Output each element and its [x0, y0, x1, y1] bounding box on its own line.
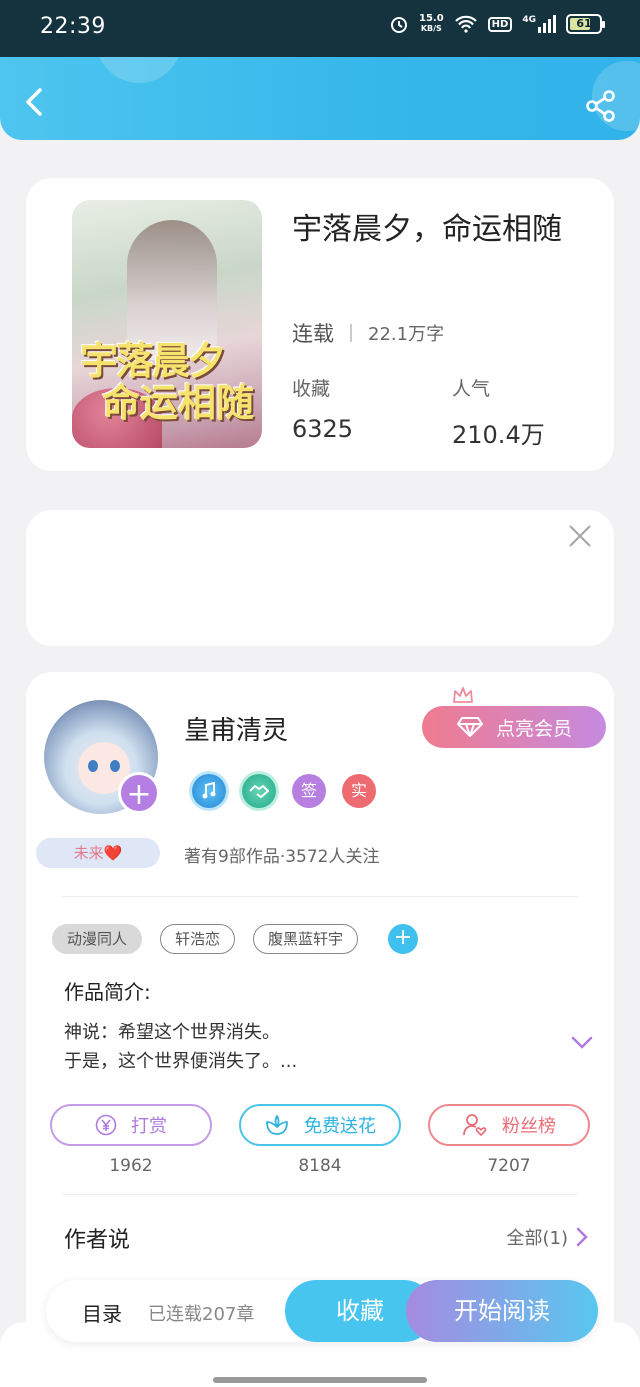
intro-line: 神说：希望这个世界消失。 — [64, 1022, 280, 1043]
status-icons: 15.0 KB/S HD 4G 61 — [389, 14, 605, 34]
toc-button[interactable]: 目录 — [82, 1298, 122, 1327]
fans-count: 7207 — [487, 1156, 531, 1176]
popularity-stat: 人气 210.4万 — [452, 374, 545, 450]
add-tag-button[interactable]: + — [388, 924, 419, 954]
book-title: 宇落晨夕，命运相随 — [292, 212, 562, 247]
handshake-badge-icon[interactable] — [242, 774, 276, 808]
intro-line: 于是，这个世界便消失了。... — [64, 1051, 298, 1072]
author-works-info: 著有9部作品·3572人关注 — [184, 847, 380, 867]
send-flower-button[interactable]: 免费送花 — [239, 1104, 401, 1146]
network-type: 4G — [522, 15, 536, 25]
action-row: 打赏 1962 免费送花 8184 粉丝榜 7207 — [50, 1104, 590, 1176]
flower-label: 免费送花 — [304, 1116, 376, 1137]
hd-badge: HD — [487, 16, 513, 32]
close-icon[interactable] — [568, 524, 592, 548]
network-speed: 15.0 KB/S — [419, 14, 444, 34]
start-reading-button[interactable]: 开始阅读 — [406, 1280, 598, 1342]
speed-value: 15.0 — [418, 13, 444, 24]
chevron-down-icon[interactable] — [570, 1034, 594, 1050]
collect-stat: 收藏 6325 — [292, 374, 353, 443]
signed-badge[interactable]: 签 — [292, 774, 326, 808]
tag-list: 动漫同人 轩浩恋 腹黑蓝轩宇 + — [52, 924, 419, 954]
book-status: 连载 — [292, 322, 334, 346]
vip-button[interactable]: 点亮会员 — [422, 706, 606, 748]
book-status-row: 连载 22.1万字 — [292, 318, 444, 348]
fans-action: 粉丝榜 7207 — [428, 1104, 590, 1176]
tip-button[interactable]: 打赏 — [50, 1104, 212, 1146]
yen-icon — [95, 1114, 117, 1136]
divider — [62, 896, 578, 897]
speed-unit: KB/S — [420, 24, 442, 33]
wifi-icon — [454, 15, 477, 33]
intro-text[interactable]: 神说：希望这个世界消失。 于是，这个世界便消失了。... — [64, 1018, 297, 1076]
diamond-icon — [456, 717, 483, 737]
fans-rank-button[interactable]: 粉丝榜 — [428, 1104, 590, 1146]
tag-item[interactable]: 腹黑蓝轩宇 — [253, 924, 359, 954]
book-cover[interactable]: 宇落晨夕 命运相随 — [72, 200, 262, 448]
status-bar: 22:39 15.0 KB/S HD 4G 61 — [0, 0, 640, 57]
author-mood: 未来❤️ — [36, 838, 160, 868]
verified-badge[interactable]: 实 — [342, 774, 376, 808]
divider — [62, 1194, 578, 1195]
fans-label: 粉丝榜 — [502, 1116, 556, 1137]
follow-author-button[interactable]: + — [118, 772, 160, 814]
flower-action: 免费送花 8184 — [239, 1104, 401, 1176]
collect-value: 6325 — [292, 415, 354, 443]
chevron-left-icon[interactable] — [20, 87, 50, 117]
word-count: 22.1万字 — [368, 324, 445, 345]
all-link-label: 全部(1) — [506, 1228, 569, 1249]
popularity-value: 210.4万 — [452, 421, 545, 449]
tag-item[interactable]: 轩浩恋 — [160, 924, 236, 954]
tip-count: 1962 — [109, 1156, 153, 1176]
flower-icon — [266, 1115, 288, 1135]
vip-button-label: 点亮会员 — [495, 717, 572, 740]
collect-label: 收藏 — [292, 378, 331, 400]
chevron-right-icon — [576, 1227, 588, 1247]
signal-icon: 4G — [522, 15, 556, 33]
home-indicator[interactable] — [213, 1377, 427, 1383]
cover-title-line2: 命运相随 — [102, 381, 255, 425]
intro-title: 作品简介: — [64, 980, 151, 1004]
flower-count: 8184 — [298, 1156, 342, 1176]
tip-label: 打赏 — [131, 1116, 167, 1137]
author-name[interactable]: 皇甫清灵 — [184, 710, 288, 747]
crown-icon — [453, 687, 473, 703]
chapter-count: 已连载207章 — [148, 1304, 255, 1325]
author-say-all-link[interactable]: 全部(1) — [507, 1224, 589, 1250]
tip-action: 打赏 1962 — [50, 1104, 212, 1176]
tag-item[interactable]: 动漫同人 — [52, 924, 143, 954]
author-badges: 签 实 — [192, 774, 376, 808]
alarm-icon — [390, 17, 407, 33]
battery-icon: 61 — [566, 14, 605, 34]
music-badge-icon[interactable] — [192, 774, 226, 808]
top-header — [0, 57, 640, 140]
book-info-card: 宇落晨夕 命运相随 宇落晨夕，命运相随 连载 22.1万字 收藏 6325 人气… — [26, 178, 614, 471]
author-say-title: 作者说 — [64, 1228, 131, 1253]
bottom-action-bar: 目录 已连载207章 收藏 开始阅读 — [46, 1280, 598, 1342]
battery-level: 61 — [576, 17, 592, 30]
ad-banner — [26, 510, 614, 646]
status-time: 22:39 — [40, 14, 106, 39]
user-heart-icon — [463, 1114, 487, 1137]
share-icon[interactable] — [584, 89, 618, 123]
popularity-label: 人气 — [452, 378, 491, 400]
